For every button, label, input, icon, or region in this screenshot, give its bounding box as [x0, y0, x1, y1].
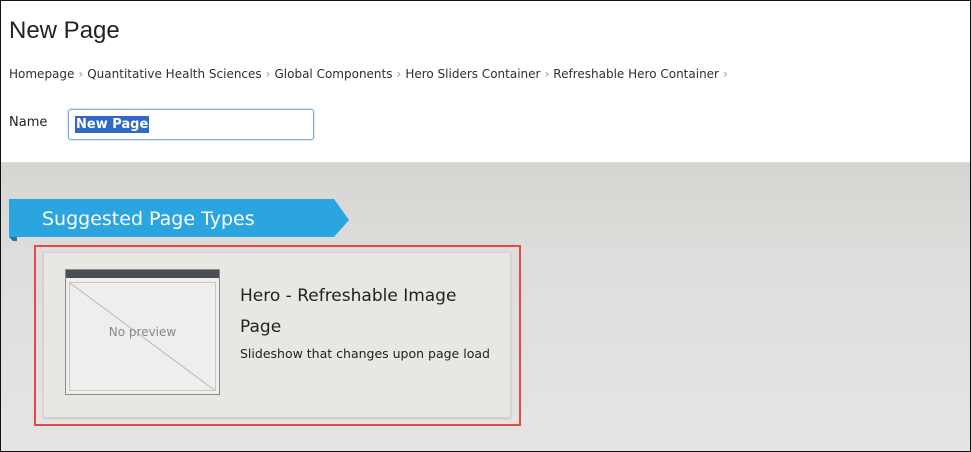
section-banner: Suggested Page Types	[9, 199, 349, 241]
page-type-title: Hero - Refreshable Image Page	[240, 286, 457, 337]
chevron-right-icon: ›	[78, 67, 84, 81]
name-input[interactable]: New Page	[68, 109, 314, 140]
suggested-page-types-panel: Suggested Page Types No preview Hero - R…	[1, 163, 970, 451]
chevron-right-icon: ›	[544, 67, 550, 81]
chevron-right-icon: ›	[396, 67, 402, 81]
chevron-right-icon: ›	[265, 67, 271, 81]
preview-text: No preview	[108, 325, 177, 339]
page-type-preview: No preview	[65, 269, 220, 395]
name-input-value: New Page	[75, 116, 150, 133]
highlight-outline: No preview Hero - Refreshable Image Page…	[34, 245, 521, 426]
chevron-right-icon: ›	[723, 67, 728, 81]
preview-placeholder: No preview	[69, 282, 216, 391]
preview-titlebar	[66, 270, 219, 278]
dialog-frame: New Page Homepage › Quantitative Health …	[0, 0, 971, 452]
name-label: Name	[9, 115, 48, 130]
breadcrumb: Homepage › Quantitative Health Sciences …	[9, 67, 732, 81]
page-header: New Page Homepage › Quantitative Health …	[1, 1, 970, 163]
page-type-card[interactable]: No preview Hero - Refreshable Image Page…	[43, 252, 511, 418]
page-title: New Page	[9, 17, 120, 44]
breadcrumb-item-quantitative-health-sciences[interactable]: Quantitative Health Sciences	[87, 67, 261, 81]
breadcrumb-item-homepage[interactable]: Homepage	[9, 67, 74, 81]
breadcrumb-item-hero-sliders-container[interactable]: Hero Sliders Container	[405, 67, 540, 81]
breadcrumb-item-refreshable-hero-container[interactable]: Refreshable Hero Container	[553, 67, 719, 81]
section-title: Suggested Page Types	[42, 208, 255, 230]
page-type-description: Slideshow that changes upon page load	[240, 346, 490, 361]
breadcrumb-item-global-components[interactable]: Global Components	[274, 67, 392, 81]
